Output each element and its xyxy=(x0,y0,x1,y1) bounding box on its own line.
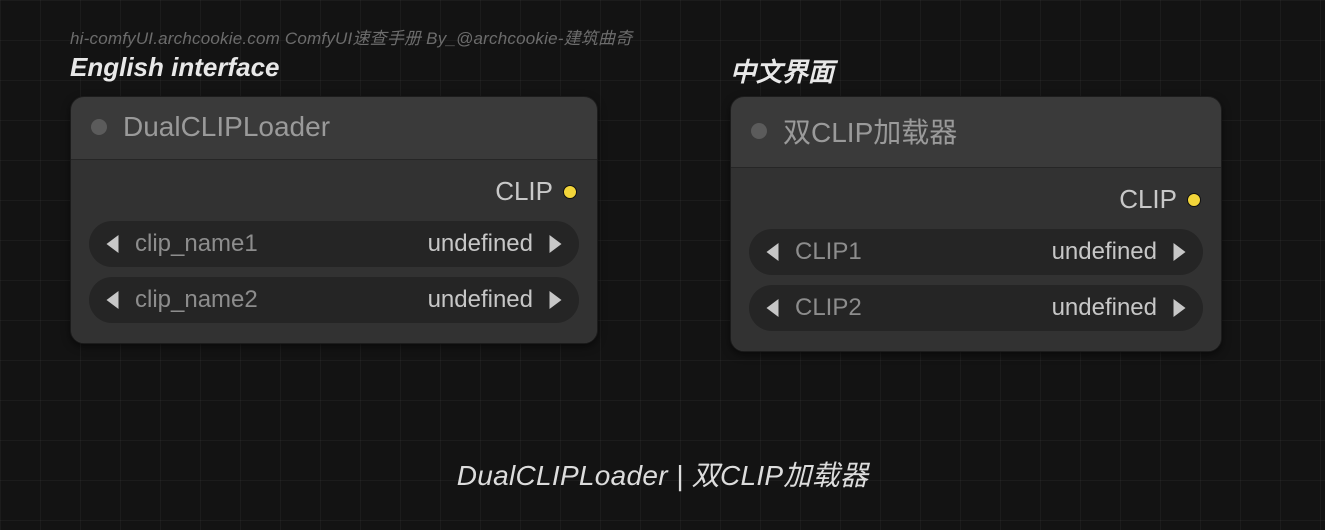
output-row: CLIP xyxy=(749,178,1203,229)
chevron-right-icon[interactable] xyxy=(539,235,569,253)
english-interface-label: English interface xyxy=(70,52,280,83)
output-row: CLIP xyxy=(89,170,579,221)
output-port-icon[interactable] xyxy=(563,185,577,199)
node-title: 双CLIP加载器 xyxy=(783,111,957,151)
chevron-right-icon[interactable] xyxy=(1163,243,1193,261)
node-header[interactable]: DualCLIPLoader xyxy=(71,97,597,160)
widget-clip-name1[interactable]: clip_name1 undefined xyxy=(89,221,579,267)
widget-label: CLIP2 xyxy=(795,294,862,322)
chevron-left-icon[interactable] xyxy=(99,235,129,253)
chevron-left-icon[interactable] xyxy=(99,291,129,309)
widget-label: CLIP1 xyxy=(795,238,862,266)
widget-value: undefined xyxy=(862,294,1157,322)
chevron-left-icon[interactable] xyxy=(759,299,789,317)
caption-text: DualCLIPLoader | 双CLIP加载器 xyxy=(0,454,1325,494)
widget-value: undefined xyxy=(862,238,1157,266)
collapse-dot-icon[interactable] xyxy=(751,123,767,139)
widget-value: undefined xyxy=(258,286,533,314)
widget-value: undefined xyxy=(258,230,533,258)
output-port-icon[interactable] xyxy=(1187,193,1201,207)
widget-label: clip_name2 xyxy=(135,286,258,314)
node-dualcliploader-en[interactable]: DualCLIPLoader CLIP clip_name1 undefined… xyxy=(70,96,598,344)
output-label: CLIP xyxy=(1119,184,1177,215)
node-title: DualCLIPLoader xyxy=(123,111,330,143)
node-body: CLIP CLIP1 undefined CLIP2 undefined xyxy=(731,168,1221,351)
node-dualcliploader-zh[interactable]: 双CLIP加载器 CLIP CLIP1 undefined CLIP2 unde… xyxy=(730,96,1222,352)
output-label: CLIP xyxy=(495,176,553,207)
chinese-interface-label: 中文界面 xyxy=(730,52,834,89)
chevron-right-icon[interactable] xyxy=(1163,299,1193,317)
widget-clip2[interactable]: CLIP2 undefined xyxy=(749,285,1203,331)
watermark-text: hi-comfyUI.archcookie.com ComfyUI速查手册 By… xyxy=(70,24,632,49)
chevron-right-icon[interactable] xyxy=(539,291,569,309)
node-body: CLIP clip_name1 undefined clip_name2 und… xyxy=(71,160,597,343)
widget-clip-name2[interactable]: clip_name2 undefined xyxy=(89,277,579,323)
node-header[interactable]: 双CLIP加载器 xyxy=(731,97,1221,168)
collapse-dot-icon[interactable] xyxy=(91,119,107,135)
chevron-left-icon[interactable] xyxy=(759,243,789,261)
widget-label: clip_name1 xyxy=(135,230,258,258)
widget-clip1[interactable]: CLIP1 undefined xyxy=(749,229,1203,275)
